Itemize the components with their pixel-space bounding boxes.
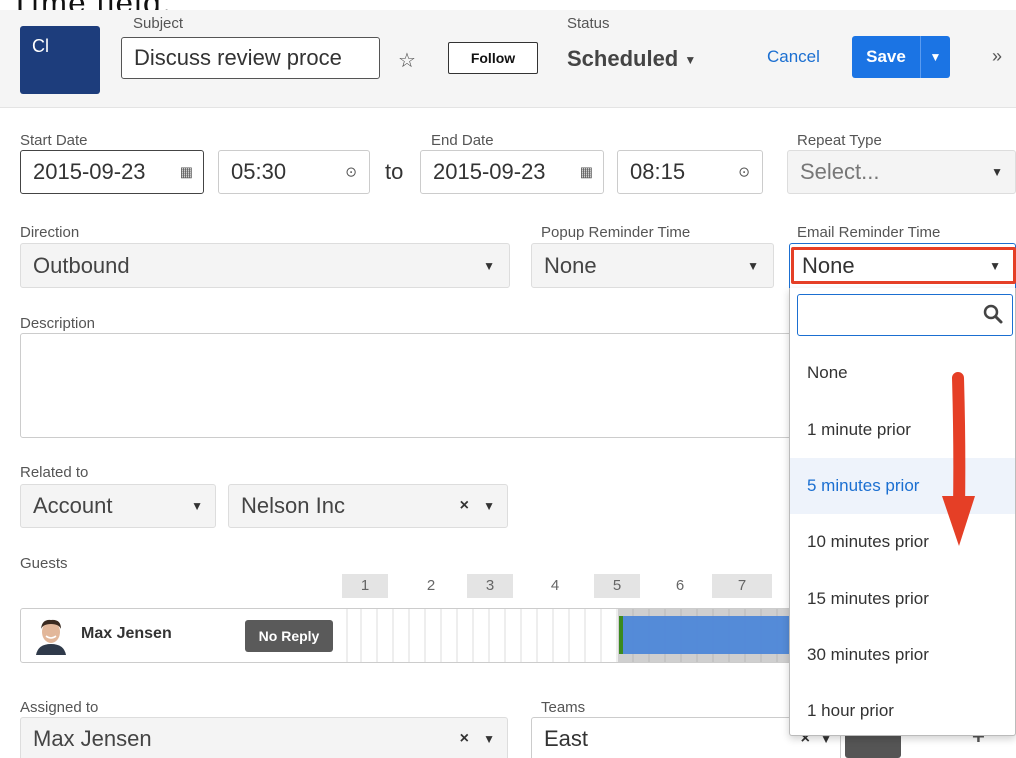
guest-avatar — [33, 617, 69, 655]
popup-reminder-label: Popup Reminder Time — [541, 224, 691, 241]
related-to-label: Related to — [20, 464, 89, 481]
dropdown-option[interactable]: 15 minutes prior — [790, 571, 1015, 627]
save-options-caret-icon[interactable]: ▼ — [921, 36, 950, 78]
description-label: Description — [20, 315, 96, 332]
start-time-value: 05:30 — [231, 159, 287, 184]
popup-reminder-select[interactable]: None ▼ — [531, 243, 774, 288]
email-reminder-label: Email Reminder Time — [797, 224, 941, 241]
clock-icon: ⊙ — [345, 163, 357, 180]
direction-select[interactable]: Outbound ▼ — [20, 243, 510, 288]
chevron-down-icon: ▼ — [483, 258, 495, 273]
timeline-hour: 3 — [467, 574, 513, 598]
guest-row: Max Jensen No Reply — [20, 608, 800, 663]
related-type-select[interactable]: Account ▼ — [20, 484, 216, 528]
assigned-to-select[interactable]: Max Jensen × ▼ — [20, 717, 508, 758]
module-avatar: Cl — [20, 26, 100, 94]
follow-button[interactable]: Follow — [448, 42, 538, 74]
calendar-icon: ▦ — [179, 163, 193, 180]
favorite-star-icon[interactable]: ☆ — [398, 48, 416, 73]
calendar-icon: ▦ — [579, 163, 593, 180]
end-date-value: 2015-09-23 — [433, 159, 546, 184]
chevron-down-icon: ▼ — [747, 258, 759, 273]
clear-x-icon[interactable]: × — [460, 497, 469, 515]
timeline-hour: 1 — [342, 574, 388, 598]
chevron-down-icon: ▼ — [483, 499, 495, 513]
guest-status-badge: No Reply — [245, 620, 333, 652]
to-separator: to — [385, 159, 404, 184]
timeline-hour: 2 — [426, 577, 436, 594]
timeline-hour: 4 — [550, 577, 560, 594]
dropdown-option[interactable]: 30 minutes prior — [790, 627, 1015, 683]
status-dropdown[interactable]: Scheduled ▼ — [567, 46, 696, 72]
dropdown-search-input[interactable] — [797, 294, 1013, 336]
direction-value: Outbound — [33, 252, 130, 278]
related-record-select[interactable]: Nelson Inc × ▼ — [228, 484, 508, 528]
popup-reminder-value: None — [544, 252, 597, 278]
direction-label: Direction — [20, 224, 80, 241]
save-button[interactable]: Save — [852, 36, 920, 78]
end-time-value: 08:15 — [630, 159, 686, 184]
guests-label: Guests — [20, 555, 68, 572]
save-button-group: Save ▼ — [852, 36, 950, 78]
clock-icon: ⊙ — [738, 163, 750, 180]
timeline-hour: 5 — [594, 574, 640, 598]
availability-timeline — [333, 609, 799, 662]
repeat-type-label: Repeat Type — [797, 132, 882, 149]
description-textarea[interactable] — [20, 333, 800, 438]
subject-input[interactable]: Discuss review proce — [121, 37, 380, 79]
subject-label: Subject — [133, 15, 184, 32]
teams-label: Teams — [541, 699, 586, 716]
annotation-arrow-icon — [942, 372, 975, 546]
timeline-hour: 7 — [712, 574, 772, 598]
related-type-value: Account — [33, 493, 113, 518]
assigned-to-value: Max Jensen — [33, 726, 152, 751]
end-date-label: End Date — [431, 132, 494, 149]
annotation-highlight-box — [791, 247, 1016, 284]
chevron-down-icon: ▼ — [483, 732, 495, 746]
chevron-down-icon: ▼ — [684, 53, 697, 68]
repeat-type-select[interactable]: Select... ▼ — [787, 150, 1016, 194]
start-time-field[interactable]: 05:30 ⊙ — [218, 150, 370, 194]
assigned-to-label: Assigned to — [20, 699, 99, 716]
chevron-down-icon: ▼ — [991, 165, 1003, 179]
repeat-type-value: Select... — [800, 159, 880, 184]
teams-value: East — [544, 726, 589, 751]
guest-name: Max Jensen — [81, 625, 172, 642]
related-record-value: Nelson Inc — [241, 493, 345, 518]
end-time-field[interactable]: 08:15 ⊙ — [617, 150, 763, 194]
start-date-field[interactable]: 2015-09-23 ▦ — [20, 150, 204, 194]
clear-x-icon[interactable]: × — [460, 730, 469, 748]
cancel-button[interactable]: Cancel — [767, 47, 820, 67]
chevron-down-icon: ▼ — [191, 499, 203, 513]
avatar-initials: Cl — [32, 36, 49, 56]
status-value: Scheduled — [567, 46, 679, 71]
end-date-field[interactable]: 2015-09-23 ▦ — [420, 150, 604, 194]
expand-panel-icon[interactable]: » — [992, 46, 1002, 67]
search-icon — [983, 304, 1003, 324]
timeline-hour: 6 — [675, 577, 685, 594]
start-date-label: Start Date — [20, 132, 88, 149]
status-label: Status — [567, 15, 610, 32]
start-date-value: 2015-09-23 — [33, 159, 146, 184]
dropdown-option[interactable]: 1 hour prior — [790, 683, 1015, 739]
